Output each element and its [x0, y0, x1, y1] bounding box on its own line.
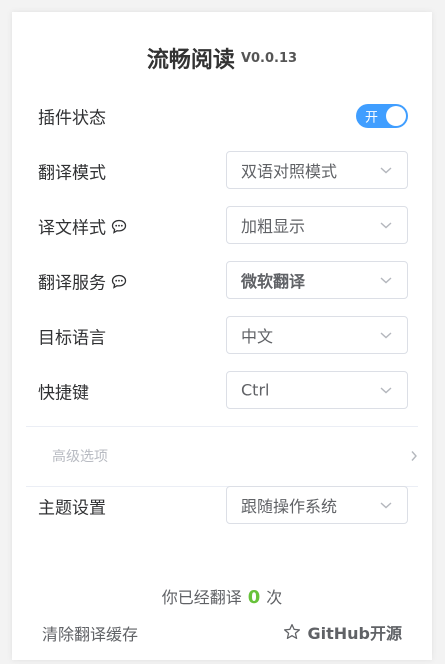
- chevron-right-icon: [411, 451, 417, 461]
- popup-panel: 流畅阅读 V0.0.13 插件状态 开 翻译模式 双语对照模式 译文样式 加粗显示…: [12, 12, 432, 660]
- theme-value: 跟随操作系统: [241, 497, 338, 516]
- chevron-down-icon: [380, 502, 392, 509]
- toggle-knob: [386, 106, 406, 126]
- shortcut-value: Ctrl: [241, 380, 270, 400]
- advanced-options-toggle[interactable]: 高级选项: [26, 426, 418, 486]
- translate-mode-row: 翻译模式 双语对照模式: [38, 151, 408, 191]
- theme-label: 主题设置: [38, 498, 106, 519]
- toggle-on-text: 开: [365, 110, 379, 126]
- translation-service-label: 翻译服务: [38, 273, 106, 294]
- advanced-options-label: 高级选项: [52, 449, 108, 465]
- translation-style-label-group: 译文样式: [38, 214, 127, 239]
- github-link[interactable]: GitHub开源: [283, 620, 402, 644]
- theme-select[interactable]: 跟随操作系统: [226, 486, 408, 524]
- theme-row: 主题设置 跟随操作系统: [38, 486, 408, 526]
- chevron-down-icon: [380, 167, 392, 174]
- translation-service-row: 翻译服务 微软翻译: [38, 261, 408, 301]
- translation-style-select[interactable]: 加粗显示: [226, 206, 408, 244]
- translation-style-label: 译文样式: [38, 218, 106, 239]
- plugin-status-toggle[interactable]: 开: [356, 104, 408, 128]
- clear-cache-link[interactable]: 清除翻译缓存: [42, 621, 138, 645]
- count-suffix: 次: [266, 588, 283, 607]
- star-icon: [284, 623, 301, 640]
- translation-style-row: 译文样式 加粗显示: [38, 206, 408, 246]
- target-language-label: 目标语言: [38, 328, 106, 349]
- count-number: 0: [247, 587, 261, 608]
- shortcut-select[interactable]: Ctrl: [226, 371, 408, 409]
- target-language-value: 中文: [241, 327, 274, 346]
- chat-bubble-help-icon[interactable]: [111, 273, 127, 289]
- translate-mode-label: 翻译模式: [38, 163, 106, 184]
- translation-service-select[interactable]: 微软翻译: [226, 261, 408, 299]
- shortcut-label: 快捷键: [38, 383, 89, 404]
- shortcut-row: 快捷键 Ctrl: [38, 371, 408, 411]
- chevron-down-icon: [380, 277, 392, 284]
- header: 流畅阅读 V0.0.13: [12, 42, 432, 74]
- translate-mode-select[interactable]: 双语对照模式: [226, 151, 408, 189]
- github-label: GitHub开源: [307, 624, 402, 643]
- chevron-down-icon: [380, 332, 392, 339]
- version-label: V0.0.13: [240, 50, 298, 66]
- app-title: 流畅阅读: [146, 48, 235, 73]
- plugin-status-label: 插件状态: [38, 108, 106, 129]
- target-language-row: 目标语言 中文: [38, 316, 408, 356]
- target-language-select[interactable]: 中文: [226, 316, 408, 354]
- chevron-down-icon: [380, 222, 392, 229]
- count-prefix: 你已经翻译: [161, 588, 242, 607]
- chat-bubble-help-icon[interactable]: [111, 218, 127, 234]
- translation-count: 你已经翻译 0 次: [12, 584, 432, 608]
- translation-service-label-group: 翻译服务: [38, 269, 127, 294]
- chevron-down-icon: [380, 387, 392, 394]
- translation-service-value: 微软翻译: [241, 272, 306, 291]
- plugin-status-row: 插件状态 开: [38, 96, 408, 136]
- translation-style-value: 加粗显示: [241, 217, 306, 236]
- translate-mode-value: 双语对照模式: [241, 162, 338, 181]
